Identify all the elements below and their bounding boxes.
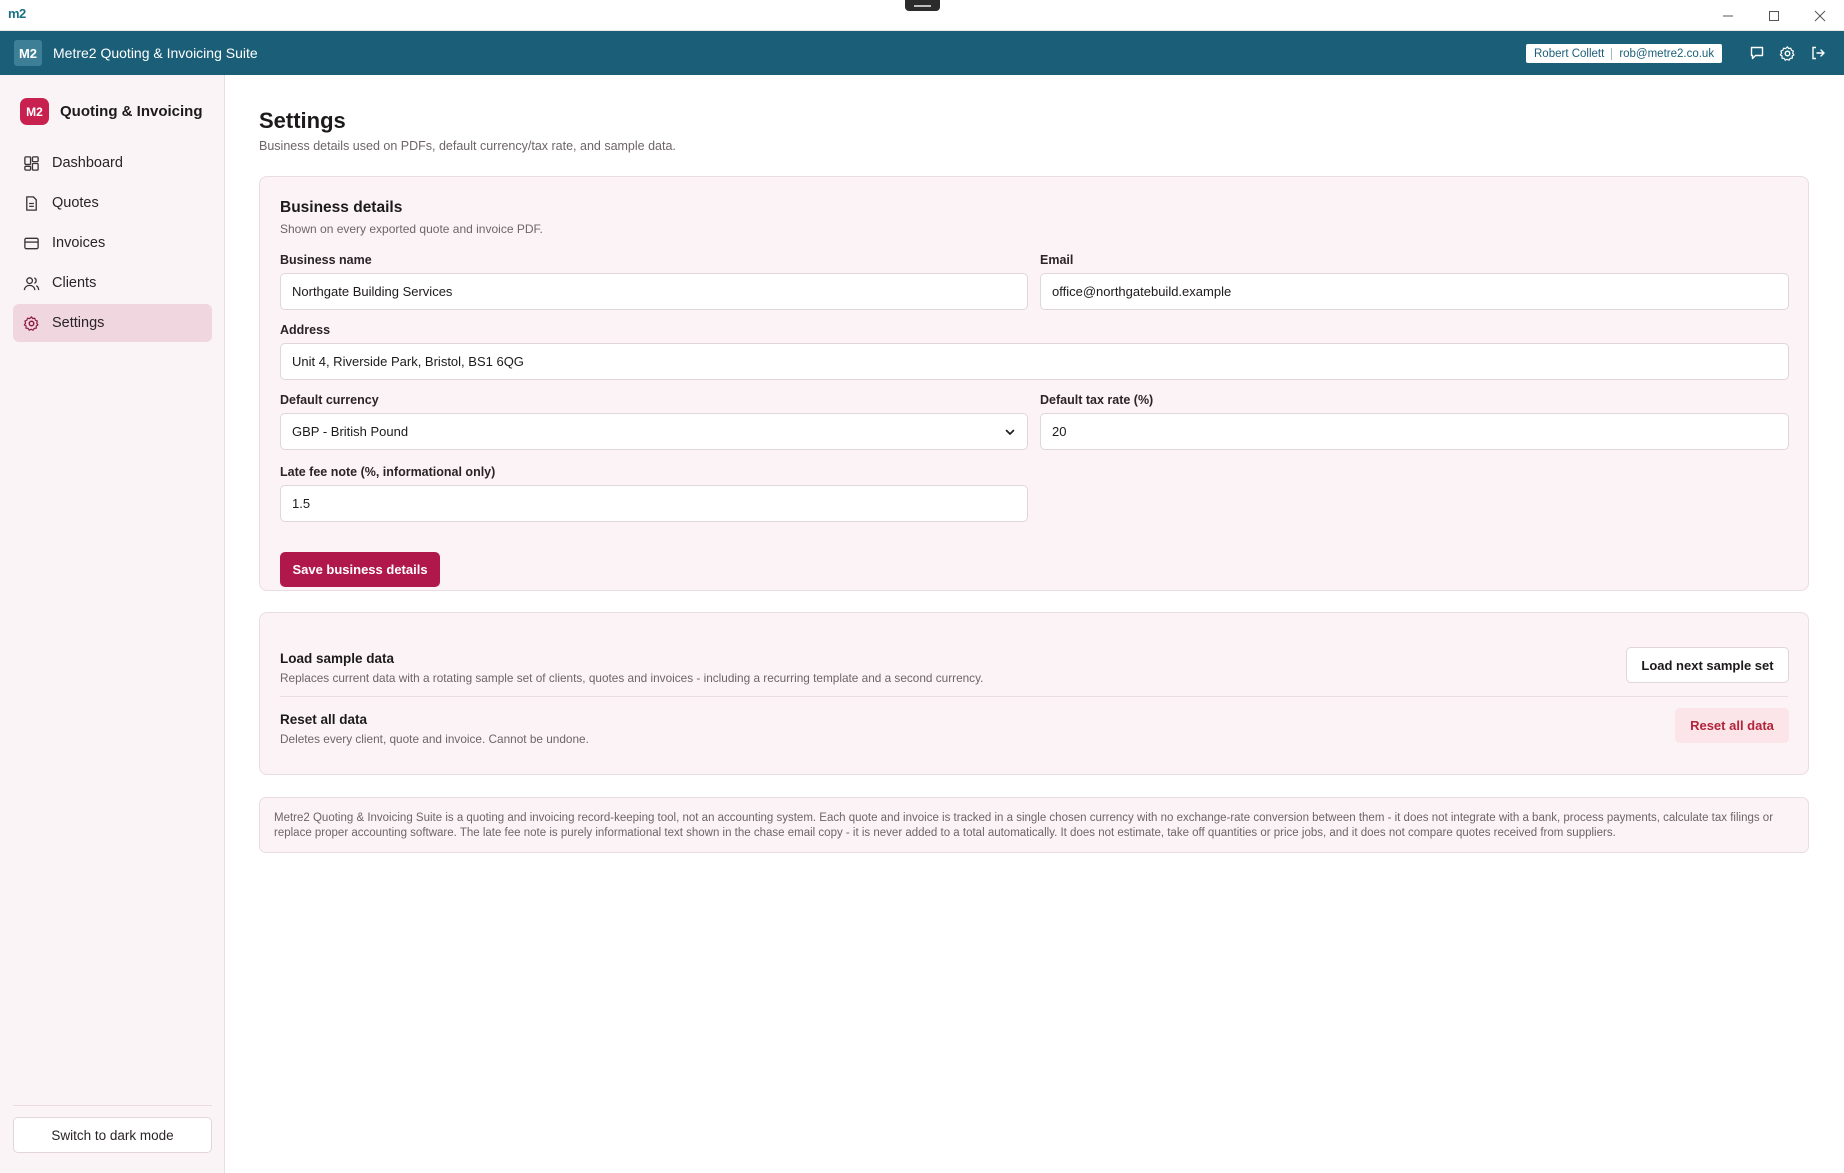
sidebar-brand: M2 Quoting & Invoicing [20,98,203,125]
load-sample-title: Load sample data [280,651,395,666]
sidebar-divider [13,1105,212,1106]
invoice-icon [24,237,39,249]
window-titlebar: m2 [0,0,1844,31]
sidebar-item-clients[interactable]: Clients [13,264,212,302]
business-name-input[interactable] [280,273,1028,310]
card-subtitle: Shown on every exported quote and invoic… [280,222,543,236]
save-business-details-button[interactable]: Save business details [280,552,440,587]
row-divider [280,696,1788,697]
reset-data-description: Deletes every client, quote and invoice.… [280,732,589,746]
email-label: Email [1040,253,1074,267]
currency-selected-value: GBP - British Pound [292,424,409,439]
user-chip[interactable]: Robert Collett rob@metre2.co.uk [1526,44,1723,63]
sidebar-item-label: Invoices [52,235,106,251]
brand-logo: M2 [20,98,49,125]
users-icon [23,276,40,290]
chevron-down-icon [1005,429,1015,435]
tax-rate-input[interactable] [1040,413,1789,450]
reset-data-title: Reset all data [280,712,368,727]
app-logo: M2 [14,40,42,66]
address-label: Address [280,323,331,337]
minimize-icon[interactable] [1705,0,1751,31]
data-tools-card: Load sample data Replaces current data w… [259,612,1809,775]
card-title: Business details [280,199,403,216]
maximize-icon[interactable] [1751,0,1797,31]
business-name-label: Business name [280,253,372,267]
sidebar-item-label: Clients [52,275,97,291]
app-title: Metre2 Quoting & Invoicing Suite [53,45,258,61]
user-chip-divider [1611,47,1613,60]
sidebar-item-settings[interactable]: Settings [13,304,212,342]
page-subtitle: Business details used on PDFs, default c… [259,139,676,153]
app-header: M2 Metre2 Quoting & Invoicing Suite Robe… [0,31,1844,75]
address-input[interactable] [280,343,1789,380]
brand-name: Quoting & Invoicing [60,103,203,120]
chat-icon[interactable] [1747,43,1767,63]
sidebar: M2 Quoting & Invoicing Dashboard Quotes … [0,75,225,1173]
user-name: Robert Collett [1534,47,1605,60]
business-details-card: Business details Shown on every exported… [259,176,1809,591]
load-sample-description: Replaces current data with a rotating sa… [280,671,984,685]
drag-handle[interactable] [905,0,940,11]
late-fee-input[interactable] [280,485,1028,522]
sidebar-item-label: Dashboard [52,155,123,171]
window-logo: m2 [8,6,26,21]
email-field[interactable] [1040,273,1789,310]
sidebar-item-dashboard[interactable]: Dashboard [13,144,212,182]
gear-icon[interactable] [1777,43,1797,63]
currency-select[interactable]: GBP - British Pound [280,413,1028,450]
sidebar-nav: Dashboard Quotes Invoices Clients Settin… [13,144,212,344]
sidebar-item-quotes[interactable]: Quotes [13,184,212,222]
dashboard-icon [24,155,39,171]
document-icon [26,195,37,211]
page-title: Settings [259,108,346,133]
close-icon[interactable] [1797,0,1843,31]
user-email: rob@metre2.co.uk [1619,47,1715,60]
reset-all-data-button[interactable]: Reset all data [1675,708,1789,743]
sidebar-item-label: Settings [52,315,105,331]
logout-icon[interactable] [1808,43,1828,63]
tax-rate-label: Default tax rate (%) [1040,393,1154,407]
disclaimer-note: Metre2 Quoting & Invoicing Suite is a qu… [259,797,1809,853]
dark-mode-toggle-button[interactable]: Switch to dark mode [13,1117,212,1153]
gear-icon [23,315,39,331]
late-fee-label: Late fee note (%, informational only) [280,465,496,479]
currency-label: Default currency [280,393,379,407]
sidebar-item-label: Quotes [52,195,99,211]
sidebar-item-invoices[interactable]: Invoices [13,224,212,262]
load-sample-button[interactable]: Load next sample set [1626,647,1789,683]
